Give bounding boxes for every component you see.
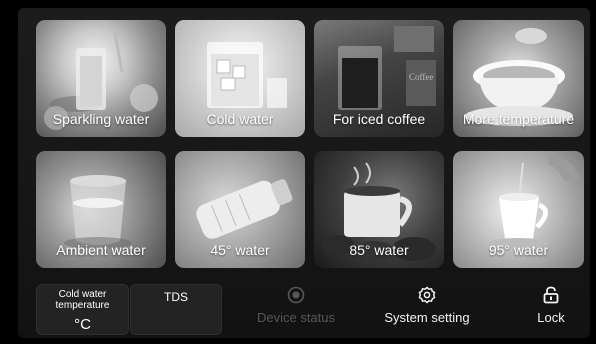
svg-text:Coffee: Coffee — [409, 72, 433, 82]
target-icon — [287, 286, 305, 304]
tile-sparkling-water[interactable]: Sparkling water — [36, 20, 166, 137]
gear-icon — [418, 286, 436, 304]
tile-45-water[interactable]: 45° water — [175, 151, 305, 268]
lock-button[interactable]: Lock — [531, 286, 571, 325]
system-setting-label: System setting — [384, 310, 470, 325]
tile-ambient-water[interactable]: Ambient water — [36, 151, 166, 268]
tds-label: TDS — [164, 290, 188, 304]
tile-label: More temperature — [462, 111, 575, 127]
tile-label: For iced coffee — [332, 111, 426, 127]
tile-label: Ambient water — [56, 242, 146, 258]
system-setting-button[interactable]: System setting — [377, 286, 477, 325]
lock-label: Lock — [537, 310, 565, 325]
tds-card: TDS — [130, 284, 222, 335]
tile-95-water[interactable]: 95° water — [453, 151, 584, 268]
tile-iced-coffee[interactable]: Coffee For iced coffee — [314, 20, 444, 137]
tile-85-water[interactable]: 85° water — [314, 151, 444, 268]
tile-more-temperature[interactable]: More temperature — [453, 20, 584, 137]
cold-water-temperature-label: Cold water temperature — [55, 289, 110, 311]
cold-water-temperature-value: °C — [74, 316, 91, 333]
tile-label: 85° water — [349, 242, 409, 258]
device-status-label: Device status — [256, 310, 336, 325]
tile-label: 45° water — [210, 242, 270, 258]
tile-label: Sparkling water — [52, 111, 150, 127]
dispenser-screen: Sparkling water Cold water Coffee For ic… — [18, 8, 590, 338]
bottom-bar: Cold water temperature °C TDS Device sta… — [18, 280, 590, 338]
cold-water-temperature-card: Cold water temperature °C — [36, 284, 129, 335]
tile-cold-water[interactable]: Cold water — [175, 20, 305, 137]
device-status-button[interactable]: Device status — [246, 286, 346, 325]
tile-label: Cold water — [206, 111, 274, 127]
tile-label: 95° water — [488, 242, 549, 258]
lock-icon — [543, 286, 559, 304]
